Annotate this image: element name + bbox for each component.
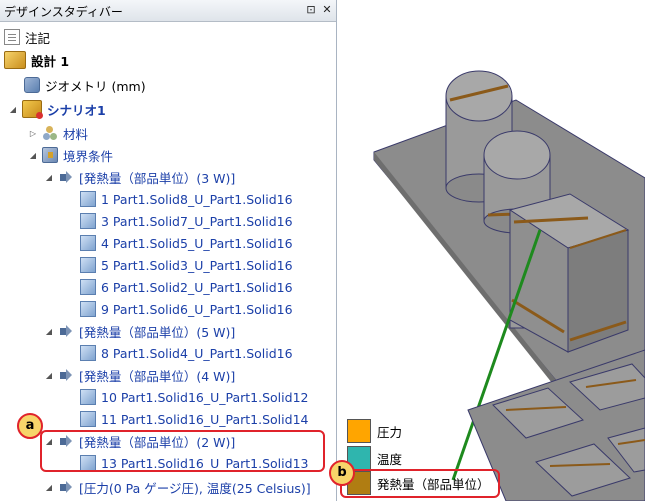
- collapse-arrow-icon[interactable]: ◢: [44, 327, 54, 336]
- tree-item-heat-load-4w[interactable]: ◢ [発熱量（部品単位）(4 W)]: [44, 364, 235, 386]
- design-study-panel: デザインスタディバー ⊡ ✕ 注記 設計 1 ジオメトリ (mm) ◢ シナリオ…: [0, 0, 337, 501]
- highlight-box-a: [40, 430, 325, 472]
- solid-icon: [80, 301, 96, 317]
- tree-item-label: 材料: [63, 126, 89, 142]
- tree-item-heat-load-5w[interactable]: ◢ [発熱量（部品単位）(5 W)]: [44, 320, 235, 342]
- close-icon[interactable]: ✕: [320, 3, 334, 17]
- tree-item-label: [発熱量（部品単位）(4 W)]: [79, 368, 236, 384]
- tree-item-solid[interactable]: 10 Part1.Solid16_U_Part1.Solid12: [80, 386, 308, 408]
- tree-item-solid[interactable]: 6 Part1.Solid2_U_Part1.Solid16: [80, 276, 293, 298]
- legend-swatch: [347, 419, 371, 443]
- collapse-arrow-icon[interactable]: ◢: [44, 173, 54, 182]
- tree-item-label: 境界条件: [63, 148, 114, 164]
- solid-icon: [80, 213, 96, 229]
- tree-item-design[interactable]: 設計 1: [4, 49, 69, 71]
- boundary-load-icon: [58, 479, 74, 495]
- highlight-box-b: [340, 469, 500, 498]
- geometry-icon: [24, 77, 40, 93]
- solid-icon: [80, 191, 96, 207]
- annotation-badge-b: b: [329, 460, 355, 486]
- pin-icon[interactable]: ⊡: [304, 3, 318, 17]
- tree-item-label: 10 Part1.Solid16_U_Part1.Solid12: [101, 389, 309, 405]
- tree-item-label: 設計 1: [31, 53, 70, 69]
- tree-item-label: 5 Part1.Solid3_U_Part1.Solid16: [101, 257, 293, 273]
- tree-item-label: 1 Part1.Solid8_U_Part1.Solid16: [101, 191, 293, 207]
- tree-item-label: シナリオ1: [47, 102, 106, 118]
- notes-icon: [4, 29, 20, 45]
- legend-label: 温度: [377, 451, 403, 467]
- tree-item-label: 6 Part1.Solid2_U_Part1.Solid16: [101, 279, 293, 295]
- design-icon: [4, 51, 26, 69]
- tree-item-label: 4 Part1.Solid5_U_Part1.Solid16: [101, 235, 293, 251]
- tree-item-label: 8 Part1.Solid4_U_Part1.Solid16: [101, 345, 293, 361]
- collapse-arrow-icon[interactable]: ◢: [8, 105, 18, 114]
- solid-icon: [80, 389, 96, 405]
- tree-item-solid[interactable]: 8 Part1.Solid4_U_Part1.Solid16: [80, 342, 293, 364]
- expand-arrow-icon[interactable]: ▷: [28, 129, 38, 138]
- tree-item-label: [発熱量（部品単位）(5 W)]: [79, 324, 236, 340]
- tree-item-boundary-conditions[interactable]: ◢ 境界条件: [28, 144, 113, 166]
- tree-item-heat-load-3w[interactable]: ◢ [発熱量（部品単位）(3 W)]: [44, 166, 235, 188]
- legend-item-temperature: 温度: [347, 446, 402, 470]
- tree-item-solid[interactable]: 11 Part1.Solid16_U_Part1.Solid14: [80, 408, 308, 430]
- tree-item-scenario[interactable]: ◢ シナリオ1: [8, 98, 106, 120]
- cylinder-2-top: [483, 130, 551, 180]
- annotation-badge-a: a: [17, 413, 43, 439]
- tree-item-label: [発熱量（部品単位）(3 W)]: [79, 170, 236, 186]
- tree-item-label: 3 Part1.Solid7_U_Part1.Solid16: [101, 213, 293, 229]
- panel-title: デザインスタディバー: [4, 5, 123, 19]
- tree-item-label: ジオメトリ (mm): [45, 78, 146, 94]
- tree-item-label: 9 Part1.Solid6_U_Part1.Solid16: [101, 301, 293, 317]
- materials-icon: [42, 125, 58, 141]
- tree-item-materials[interactable]: ▷ 材料: [28, 122, 88, 144]
- collapse-arrow-icon[interactable]: ◢: [44, 371, 54, 380]
- tree-item-solid[interactable]: 5 Part1.Solid3_U_Part1.Solid16: [80, 254, 293, 276]
- solid-icon: [80, 345, 96, 361]
- tree-item-geometry[interactable]: ジオメトリ (mm): [24, 74, 146, 96]
- collapse-arrow-icon[interactable]: ◢: [28, 151, 38, 160]
- tree-item-pressure-temperature[interactable]: ◢ [圧力(0 Pa ゲージ圧), 温度(25 Celsius)]: [44, 476, 311, 498]
- solid-icon: [80, 257, 96, 273]
- heat-load-icon: [58, 323, 74, 339]
- tree-item-solid[interactable]: 4 Part1.Solid5_U_Part1.Solid16: [80, 232, 293, 254]
- tree-item-label: 11 Part1.Solid16_U_Part1.Solid14: [101, 411, 309, 427]
- tree-item-solid[interactable]: 3 Part1.Solid7_U_Part1.Solid16: [80, 210, 293, 232]
- heat-load-icon: [58, 367, 74, 383]
- heat-load-icon: [58, 169, 74, 185]
- tree-item-solid[interactable]: 9 Part1.Solid6_U_Part1.Solid16: [80, 298, 293, 320]
- boundary-conditions-icon: [42, 147, 58, 163]
- collapse-arrow-icon[interactable]: ◢: [44, 483, 54, 492]
- solid-icon: [80, 279, 96, 295]
- tree-item-label: 注記: [25, 30, 51, 46]
- tree-item-solid[interactable]: 1 Part1.Solid8_U_Part1.Solid16: [80, 188, 293, 210]
- legend-label: 圧力: [377, 424, 403, 440]
- legend-item-pressure: 圧力: [347, 419, 402, 443]
- scenario-icon: [22, 100, 43, 119]
- cylinder-1-top: [445, 70, 513, 122]
- box-right: [567, 229, 629, 353]
- tree-item-label: [圧力(0 Pa ゲージ圧), 温度(25 Celsius)]: [79, 480, 311, 496]
- panel-titlebar: デザインスタディバー ⊡ ✕: [0, 0, 336, 22]
- solid-icon: [80, 235, 96, 251]
- solid-icon: [80, 411, 96, 427]
- tree-item-notes[interactable]: 注記: [4, 26, 50, 48]
